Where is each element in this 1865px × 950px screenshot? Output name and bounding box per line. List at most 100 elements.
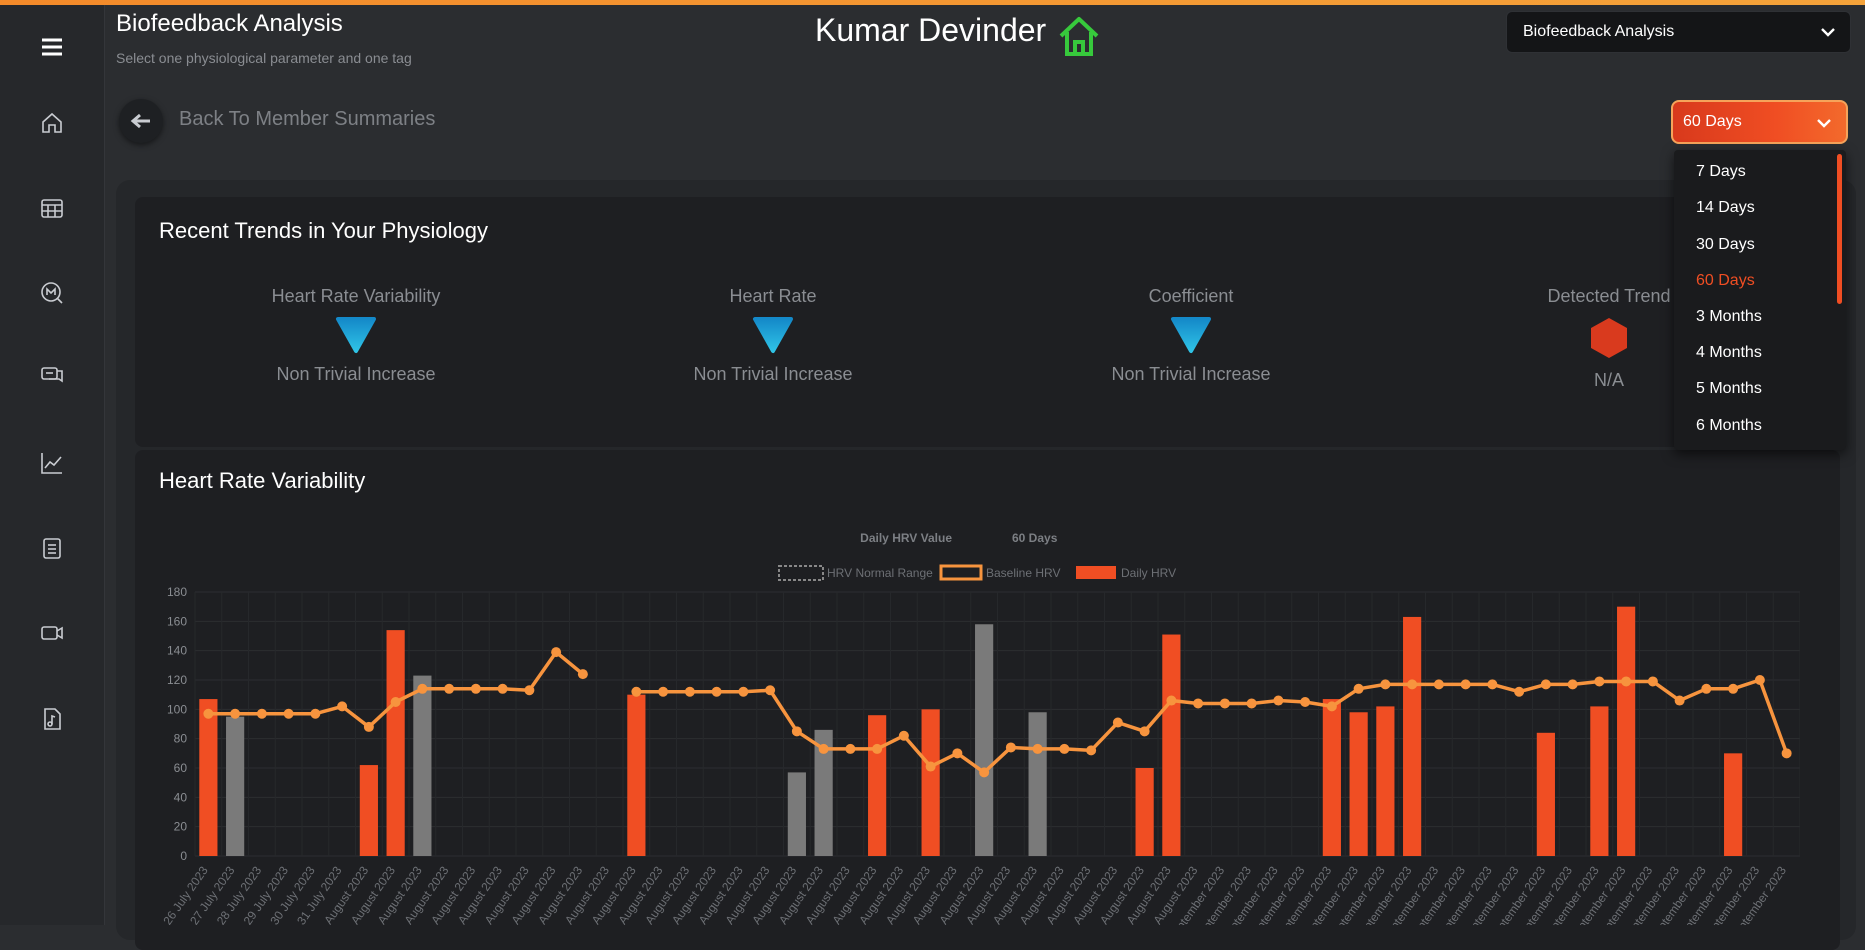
period-option[interactable]: 14 Days [1696,199,1755,217]
trend-coefficient: Coefficient Non Trivial Increase [1031,286,1351,385]
baseline-point [791,726,802,737]
legend-label-baseline: Baseline HRV [986,566,1060,580]
trend-value: Non Trivial Increase [276,364,436,384]
down-triangle-icon [753,317,793,353]
y-tick-label: 80 [174,732,188,746]
baseline-point [979,767,990,778]
period-option[interactable]: 7 Days [1696,163,1746,181]
y-tick-label: 160 [167,614,187,628]
y-tick-label: 0 [180,849,187,863]
baseline-point [363,721,374,732]
baseline-point [524,685,535,696]
hrv-bar [1403,616,1422,856]
baseline-point [925,761,936,772]
period-option[interactable]: 4 Months [1696,344,1762,362]
baseline-point [444,683,455,694]
baseline-point [898,730,909,741]
baseline-point [1754,675,1765,685]
baseline-point [631,686,642,697]
sidebar [0,5,105,925]
period-option-selected[interactable]: 60 Days [1696,272,1755,290]
baseline-point [1032,743,1043,754]
member-name: Kumar Devinder [815,12,1047,48]
hrv-bar [413,675,432,856]
hexagon-icon [1591,318,1627,358]
hrv-section-title: Heart Rate Variability [159,468,366,493]
period-select-value: 60 Days [1683,113,1742,130]
baseline-point [711,686,722,697]
dropdown-scrollbar[interactable] [1837,154,1842,304]
hrv-bar [1028,712,1047,856]
baseline-point [1059,743,1070,754]
down-triangle-icon [1171,317,1211,353]
hrv-bar [975,624,994,856]
baseline-point [337,701,348,712]
baseline-point [310,708,321,719]
trend-value: Non Trivial Increase [1111,364,1271,384]
baseline-point [1273,695,1284,706]
baseline-point [1781,748,1792,759]
chart-title: Daily HRV Value [860,531,952,545]
trend-label: Heart Rate Variability [271,286,441,306]
y-tick-label: 120 [167,673,187,687]
back-button[interactable] [119,99,163,143]
hrv-bar [359,765,378,856]
period-option[interactable]: 3 Months [1696,308,1762,326]
baseline-point [203,708,214,719]
hrv-bar [1162,634,1181,856]
baseline-point [1647,676,1658,687]
hrv-bar [1376,706,1395,856]
y-tick-label: 60 [174,761,188,775]
chart-subtitle: 60 Days [1012,531,1058,545]
hrv-bar [1349,712,1368,856]
y-tick-label: 100 [167,702,187,716]
hrv-bar [1590,706,1609,856]
baseline-point [283,708,294,719]
baseline-point [230,708,241,719]
period-option[interactable]: 6 Months [1696,417,1762,435]
baseline-point [417,683,428,694]
chart-legend: HRV Normal Range Baseline HRV Daily HRV [778,564,1176,581]
period-option[interactable]: 30 Days [1696,236,1755,254]
trend-chart-icon[interactable] [32,443,72,483]
legend-label-daily: Daily HRV [1121,566,1176,580]
baseline-point [1112,717,1123,728]
legend-swatch-baseline [939,564,983,581]
baseline-point [845,743,856,754]
menu-icon[interactable] [32,27,72,67]
back-link[interactable]: Back To Member Summaries [179,108,435,131]
home-icon[interactable] [32,103,72,143]
hrv-bar [868,715,887,856]
trend-hrv: Heart Rate Variability Non Trivial Incre… [196,286,516,385]
baseline-point [1460,679,1471,690]
video-call-icon[interactable] [32,613,72,653]
hrv-bar [386,630,405,856]
hrv-bar [1617,606,1636,856]
clipboard-icon[interactable] [32,528,72,568]
baseline-point [952,748,963,759]
baseline-point [390,697,401,707]
hrv-bar [1322,699,1341,856]
period-option[interactable]: 5 Months [1696,380,1762,398]
baseline-point [1728,683,1739,694]
audio-file-icon[interactable] [32,699,72,739]
baseline-point [1326,701,1337,712]
trend-label: Heart Rate [729,286,817,306]
baseline-point [1166,695,1177,706]
trends-title: Recent Trends in Your Physiology [159,218,488,243]
baseline-point [1407,679,1418,690]
baseline-point [1139,726,1150,737]
calendar-icon[interactable] [32,188,72,228]
analysis-select[interactable]: Biofeedback Analysis [1506,11,1851,53]
chevron-down-icon [1817,119,1831,128]
period-select[interactable]: 60 Days [1671,100,1848,144]
y-tick-label: 180 [167,585,187,599]
baseline-point [684,686,695,697]
baseline-point [765,685,776,696]
baseline-point [577,669,588,680]
trend-label: Coefficient [1148,286,1234,306]
baseline-point [1433,679,1444,690]
messages-icon[interactable] [32,355,72,395]
page-title: Biofeedback Analysis [116,10,343,37]
chat-m-icon[interactable] [32,273,72,313]
